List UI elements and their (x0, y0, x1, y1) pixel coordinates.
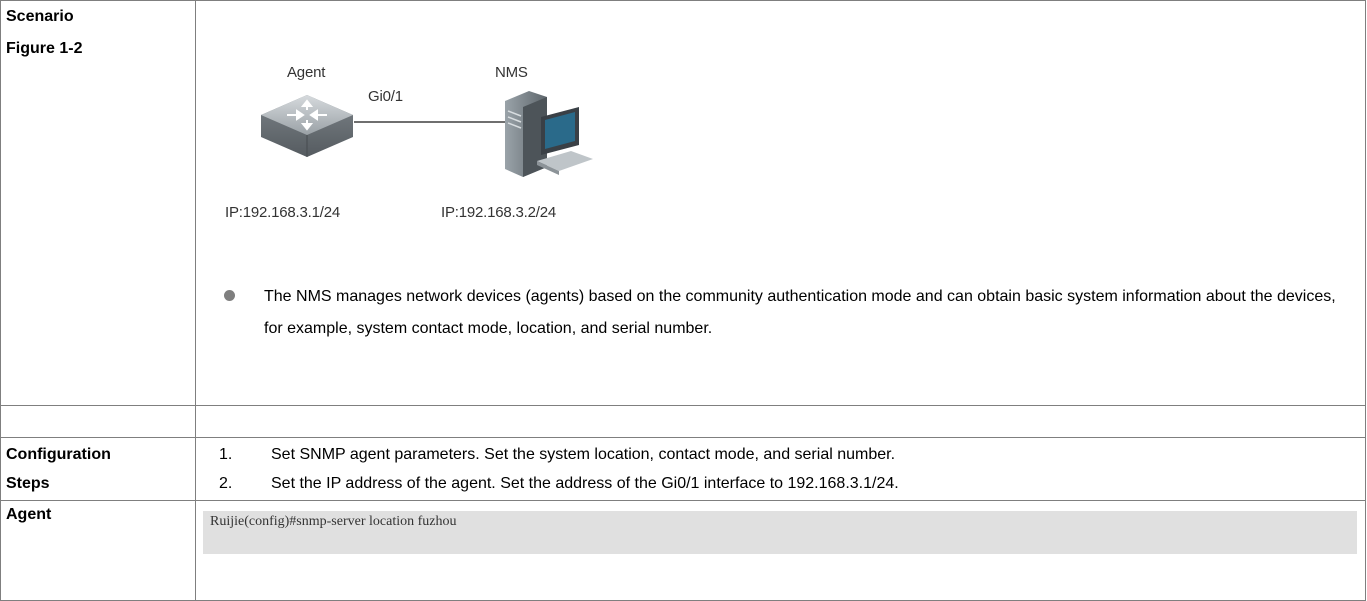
link-line (354, 121, 506, 123)
bullet-icon (224, 290, 235, 301)
figure-label: Figure 1-2 (6, 40, 83, 57)
nms-ip: IP:192.168.3.2/24 (441, 204, 557, 221)
switch-icon (261, 95, 353, 157)
scenario-bullet-text: The NMS manages network devices (agents)… (264, 288, 1336, 337)
empty-label-cell (0, 405, 196, 438)
step-number: 2. (219, 475, 233, 492)
configuration-row: Configuration Steps 1. Set SNMP agent pa… (0, 437, 1366, 501)
configuration-label: Configuration (6, 446, 111, 463)
empty-content-cell (195, 405, 1366, 438)
step-text: Set the IP address of the agent. Set the… (271, 475, 899, 492)
configuration-content-cell: 1. Set SNMP agent parameters. Set the sy… (195, 437, 1366, 501)
link-label: Gi0/1 (368, 88, 403, 105)
agent-ip: IP:192.168.3.1/24 (225, 204, 341, 221)
step-text: Set SNMP agent parameters. Set the syste… (271, 446, 896, 463)
scenario-bullet: The NMS manages network devices (agents)… (196, 281, 1365, 345)
step-item: 1. Set SNMP agent parameters. Set the sy… (196, 440, 1365, 469)
step-number: 1. (219, 446, 233, 463)
scenario-content-cell: Agent NMS Gi0/1 IP:192.168.3.1/24 IP:192… (195, 0, 1366, 406)
nms-label: NMS (495, 64, 528, 81)
steps-list: 1. Set SNMP agent parameters. Set the sy… (196, 438, 1365, 498)
agent-row-label: Agent (6, 506, 52, 523)
code-block: Ruijie(config)#snmp-server location fuzh… (203, 511, 1357, 554)
agent-label: Agent (287, 64, 326, 81)
config-table: Scenario Figure 1-2 Agent NMS Gi0/1 IP:1… (0, 0, 1366, 601)
scenario-label: Scenario (6, 8, 74, 25)
computer-icon (505, 91, 593, 177)
step-item: 2. Set the IP address of the agent. Set … (196, 469, 1365, 498)
steps-label: Steps (6, 475, 50, 492)
scenario-row: Scenario Figure 1-2 Agent NMS Gi0/1 IP:1… (0, 0, 1366, 406)
agent-row: Agent Ruijie(config)#snmp-server locatio… (0, 500, 1366, 601)
empty-row (0, 405, 1366, 438)
topology-figure: Agent NMS Gi0/1 IP:192.168.3.1/24 IP:192… (196, 1, 1365, 241)
configuration-label-cell: Configuration Steps (0, 437, 196, 501)
agent-content-cell: Ruijie(config)#snmp-server location fuzh… (195, 500, 1366, 601)
code-line: Ruijie(config)#snmp-server location fuzh… (210, 514, 457, 529)
scenario-label-cell: Scenario Figure 1-2 (0, 0, 196, 406)
agent-label-cell: Agent (0, 500, 196, 601)
